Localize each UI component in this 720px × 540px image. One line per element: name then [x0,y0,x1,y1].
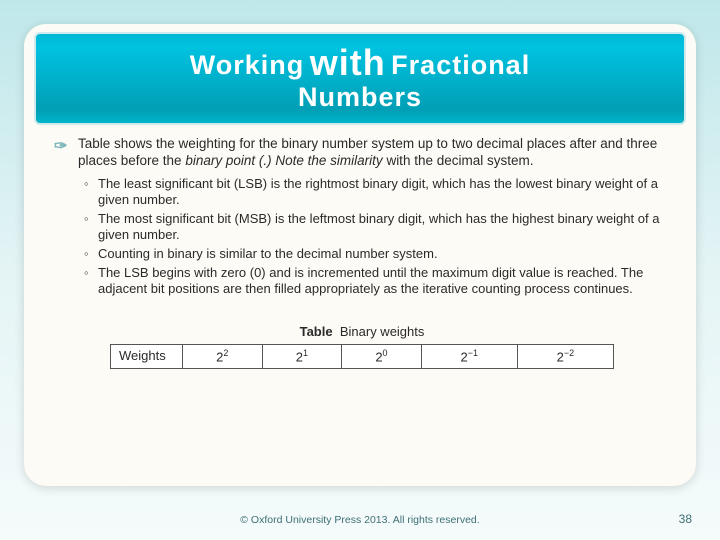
slide-footer: © Oxford University Press 2013. All righ… [0,514,720,526]
row-header: Weights [111,344,183,369]
list-item: Counting in binary is similar to the dec… [84,246,670,263]
weight-cell: 21 [262,344,342,369]
lead-part3: with the decimal system. [383,153,534,168]
weight-cell: 22 [183,344,263,369]
binary-weights-table: Weights 22 21 20 2−1 2−2 [110,344,614,370]
title-word-1: Working [190,50,305,80]
table-caption-rest: Binary weights [340,324,425,339]
table-row: Weights 22 21 20 2−1 2−2 [111,344,614,369]
slide-title-banner: Working with Fractional Numbers [34,32,686,125]
list-item: The most significant bit (MSB) is the le… [84,211,670,244]
table-caption: Table Binary weights [110,324,614,341]
lead-paragraph: ✑ Table shows the weighting for the bina… [54,135,670,170]
title-word-2: with [310,42,386,83]
swirl-bullet-icon: ✑ [54,137,67,157]
sub-bullet-list: The least significant bit (LSB) is the r… [54,176,670,298]
lead-italic-1: binary point (.) [185,153,271,168]
weight-cell: 2−1 [421,344,517,369]
weight-cell: 2−2 [517,344,613,369]
title-word-3: Fractional [391,50,530,80]
body-text: ✑ Table shows the weighting for the bina… [24,125,696,369]
weight-cell: 20 [342,344,422,369]
list-item: The least significant bit (LSB) is the r… [84,176,670,209]
binary-weights-table-wrap: Table Binary weights Weights 22 21 20 2−… [110,324,614,370]
slide-card: Working with Fractional Numbers ✑ Table … [24,24,696,486]
page-number: 38 [679,512,692,526]
table-caption-bold: Table [300,324,333,339]
title-line-2: Numbers [48,82,672,113]
copyright-text: © Oxford University Press 2013. All righ… [0,514,720,526]
lead-italic-2: Note the similarity [275,153,382,168]
lead-text: Table shows the weighting for the binary… [78,136,657,168]
list-item: The LSB begins with zero (0) and is incr… [84,265,670,298]
